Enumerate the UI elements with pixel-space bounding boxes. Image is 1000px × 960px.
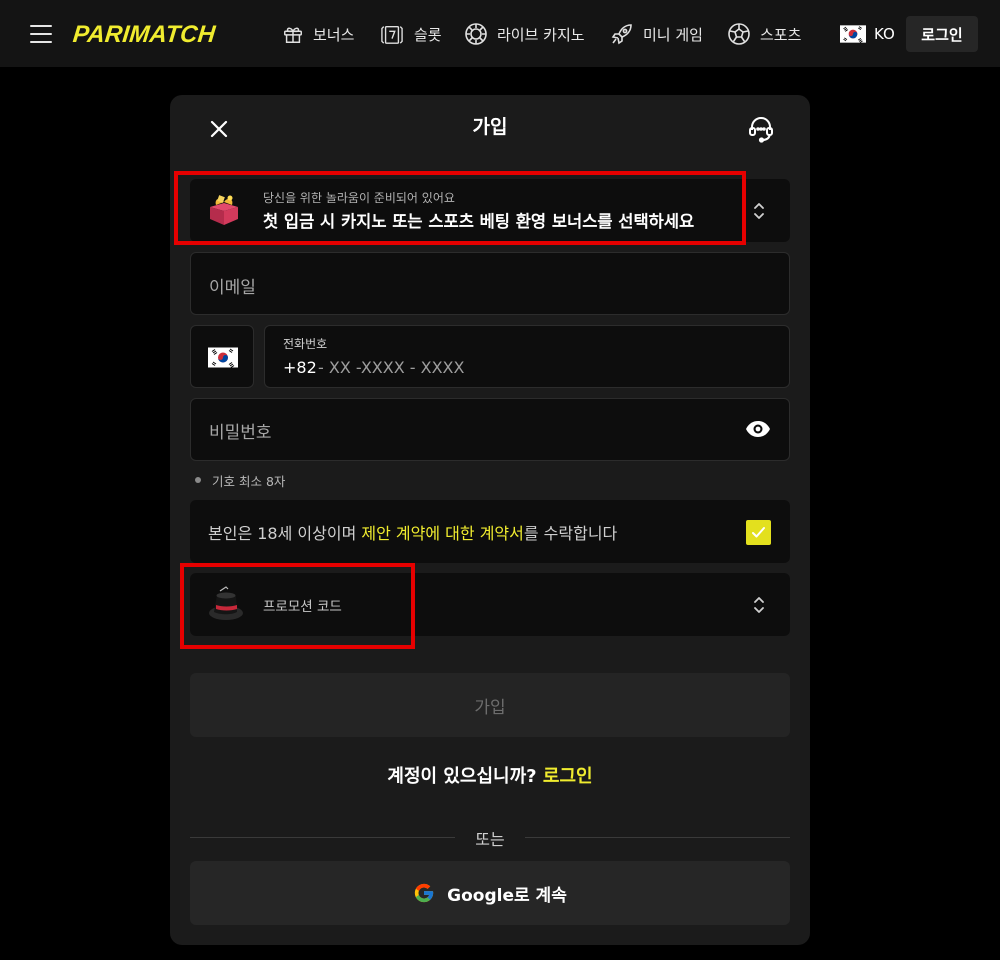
soccer-ball-icon (728, 23, 750, 45)
gift-box-icon (210, 195, 238, 225)
login-link[interactable]: 로그인 (543, 766, 593, 787)
nav-label-live-casino: 라이브 카지노 (497, 25, 585, 44)
google-button-label: Google로 계속 (447, 885, 567, 906)
nav-item-live-casino[interactable]: 라이브 카지노 (464, 19, 585, 49)
bonus-subtitle: 당신을 위한 놀라움이 준비되어 있어요 (263, 191, 455, 205)
close-icon[interactable] (206, 116, 232, 142)
nav-label-bonus: 보너스 (313, 25, 355, 44)
country-code-selector[interactable] (190, 325, 254, 388)
rocket-icon (611, 24, 632, 45)
have-account-text: 계정이 있으십니까? (387, 766, 537, 787)
top-navigation-bar: PARIMATCH 보너스 슬롯 라이브 카지노 미니 게임 스포츠 KO 로그… (0, 0, 1000, 67)
or-divider: 또는 (190, 826, 790, 850)
support-headset-icon[interactable] (744, 112, 778, 146)
password-hint-text: 기호 최소 8자 (212, 473, 286, 489)
password-field[interactable]: 비밀번호 (190, 398, 790, 461)
nav-item-bonus[interactable]: 보너스 (282, 19, 354, 49)
nav-label-slots: 슬롯 (414, 25, 442, 44)
terms-link[interactable]: 제안 계약에 대한 계약서 (361, 524, 523, 543)
terms-text-after: 를 수락합니다 (523, 524, 618, 543)
terms-text-before: 본인은 18세 이상이며 (208, 524, 362, 543)
login-button[interactable]: 로그인 (906, 16, 978, 52)
password-placeholder: 비밀번호 (209, 423, 272, 443)
phone-country-code: +82 (283, 358, 317, 377)
or-text: 또는 (475, 830, 505, 849)
terms-agreement-row: 본인은 18세 이상이며 제안 계약에 대한 계약서를 수락합니다 (190, 500, 790, 563)
magic-hat-icon (209, 586, 243, 620)
chevron-up-down-icon (754, 203, 764, 219)
language-selector[interactable]: KO (840, 21, 895, 47)
promo-code-label: 프로모션 코드 (263, 599, 342, 615)
checkmark-icon (752, 527, 765, 538)
casino-chip-icon (465, 23, 487, 45)
nav-item-mini-games[interactable]: 미니 게임 (610, 19, 703, 49)
nav-label-sports: 스포츠 (760, 25, 802, 44)
bonus-text: 첫 입금 시 카지노 또는 스포츠 베팅 환영 보너스를 선택하세요 (263, 212, 695, 231)
promo-code-selector[interactable]: 프로모션 코드 (190, 573, 790, 636)
terms-text: 본인은 18세 이상이며 제안 계약에 대한 계약서를 수락합니다 (208, 520, 617, 544)
hint-bullet (195, 477, 201, 483)
korea-flag-icon (208, 347, 238, 368)
nav-label-mini-games: 미니 게임 (643, 25, 703, 44)
menu-icon[interactable] (30, 25, 52, 43)
signup-submit-button[interactable]: 가입 (190, 673, 790, 737)
korea-flag-icon (840, 25, 866, 43)
nav-item-slots[interactable]: 슬롯 (379, 19, 442, 49)
google-signin-button[interactable]: Google로 계속 (190, 861, 790, 925)
email-placeholder: 이메일 (209, 278, 256, 298)
email-field[interactable]: 이메일 (190, 252, 790, 315)
password-hint: 기호 최소 8자 (195, 471, 285, 489)
welcome-bonus-selector[interactable]: 당신을 위한 놀라움이 준비되어 있어요 첫 입금 시 카지노 또는 스포츠 베… (190, 179, 790, 242)
parimatch-logo[interactable]: PARIMATCH (71, 20, 217, 50)
nav-item-sports[interactable]: 스포츠 (727, 19, 801, 49)
phone-field[interactable]: 전화번호 +82 - XX -XXXX - XXXX (264, 325, 790, 388)
slot-icon (381, 25, 403, 44)
have-account-prompt: 계정이 있으십니까? 로그인 (170, 762, 810, 788)
modal-title: 가입 (472, 116, 508, 138)
eye-icon[interactable] (745, 419, 771, 439)
gift-icon (284, 27, 302, 43)
google-icon (414, 883, 434, 903)
divider-line-right (525, 837, 790, 838)
language-code: KO (874, 25, 895, 43)
phone-label: 전화번호 (283, 337, 328, 351)
phone-mask-placeholder: - XX -XXXX - XXXX (318, 358, 465, 377)
chevron-up-down-icon (754, 597, 764, 613)
terms-checkbox[interactable] (746, 520, 771, 545)
